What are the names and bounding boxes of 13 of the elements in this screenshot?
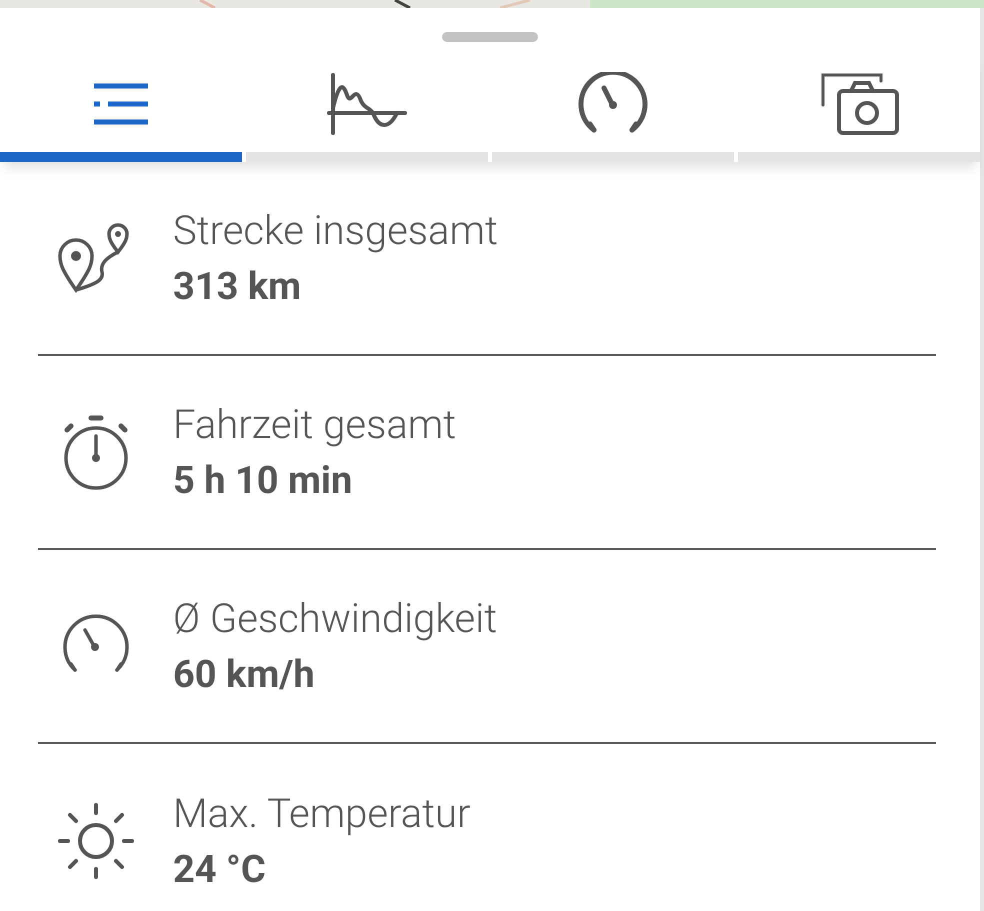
stat-label: Ø Geschwindigkeit [173, 594, 498, 644]
chart-icon [327, 73, 407, 135]
camera-icon [819, 73, 899, 135]
stat-value: 24 °C [173, 847, 267, 894]
drag-handle[interactable] [442, 32, 538, 42]
stat-value: 313 km [173, 264, 302, 311]
stat-value: 60 km/h [173, 652, 316, 699]
stat-label: Max. Temperatur [173, 789, 470, 839]
stat-label: Fahrzeit gesamt [173, 400, 456, 450]
stat-label: Strecke insgesamt [173, 206, 498, 256]
list-icon [92, 82, 150, 126]
stat-value: 5 h 10 min [173, 458, 354, 505]
sun-icon [56, 801, 136, 881]
